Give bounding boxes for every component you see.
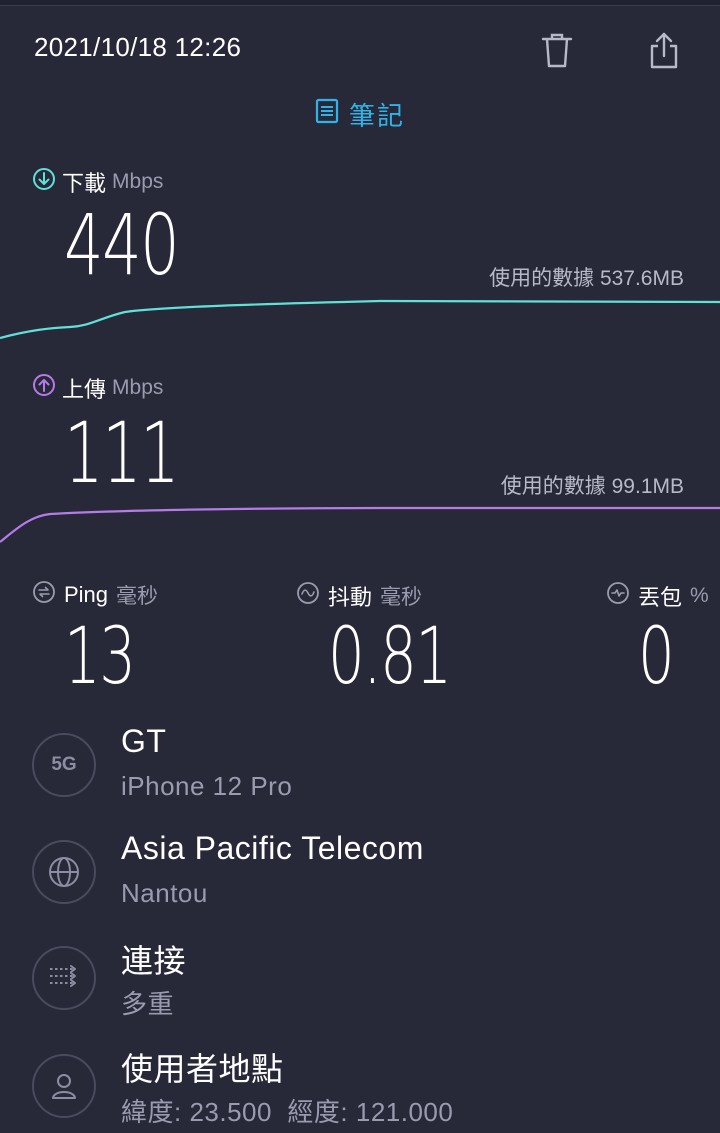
- trash-icon[interactable]: [537, 28, 577, 72]
- server-info-row[interactable]: Asia Pacific Telecom Nantou: [32, 830, 692, 940]
- packet-loss-value: 0: [638, 612, 675, 702]
- share-icon[interactable]: [644, 28, 684, 72]
- ping-label: Ping 毫秒: [32, 580, 158, 610]
- download-label-text: 下載: [62, 171, 107, 196]
- download-speed-graph: [0, 299, 720, 340]
- ping-unit: 毫秒: [116, 585, 159, 608]
- connections-icon: [32, 946, 96, 1010]
- jitter-unit: 毫秒: [380, 586, 423, 609]
- user-icon: [32, 1054, 96, 1118]
- 5g-icon: 5G: [32, 733, 96, 797]
- upload-label: 上傳 Mbps: [32, 372, 163, 404]
- download-arrow-icon: [32, 167, 56, 197]
- connections-mode: 多重: [121, 989, 175, 1019]
- globe-icon: [32, 840, 96, 904]
- packet-loss-label: 丟包 %: [606, 580, 709, 612]
- upload-label-text: 上傳: [62, 377, 107, 402]
- packet-loss-unit: %: [690, 584, 709, 607]
- ping-label-text: Ping: [64, 582, 109, 607]
- ping-value: 13: [64, 612, 136, 702]
- user-location-title: 使用者地點: [121, 1051, 284, 1087]
- connections-title: 連接: [121, 943, 187, 979]
- connections-info-row: 連接 多重: [32, 943, 692, 1046]
- download-unit: Mbps: [112, 170, 164, 193]
- server-location: Nantou: [121, 878, 208, 908]
- packet-loss-label-text: 丟包: [638, 585, 683, 610]
- upload-arrow-icon: [32, 373, 56, 403]
- upload-speed-graph: [0, 506, 720, 543]
- jitter-value: 0.81: [328, 612, 452, 702]
- jitter-label-text: 抖動: [328, 585, 373, 610]
- result-header: 2021/10/18 12:26: [0, 8, 720, 88]
- ping-icon: [32, 580, 56, 610]
- jitter-icon: [296, 581, 320, 611]
- user-coordinates: 緯度: 23.500 經度: 121.000: [121, 1097, 454, 1127]
- notes-icon: [315, 98, 339, 131]
- download-label: 下載 Mbps: [32, 166, 163, 198]
- user-location-row: 使用者地點 緯度: 23.500 經度: 121.000: [32, 1051, 692, 1133]
- test-datetime: 2021/10/18 12:26: [34, 32, 242, 62]
- packet-loss-icon: [606, 581, 630, 611]
- notes-label: 筆記: [348, 101, 405, 131]
- upload-unit: Mbps: [112, 376, 164, 399]
- top-edge: [0, 0, 720, 6]
- network-info-row: 5G GT iPhone 12 Pro: [32, 723, 692, 833]
- server-provider: Asia Pacific Telecom: [121, 830, 424, 866]
- notes-button[interactable]: 筆記: [0, 96, 720, 133]
- device-name: iPhone 12 Pro: [121, 771, 293, 801]
- network-name: GT: [121, 723, 167, 759]
- jitter-label: 抖動 毫秒: [296, 580, 422, 612]
- upload-speed-value: 111: [64, 404, 180, 502]
